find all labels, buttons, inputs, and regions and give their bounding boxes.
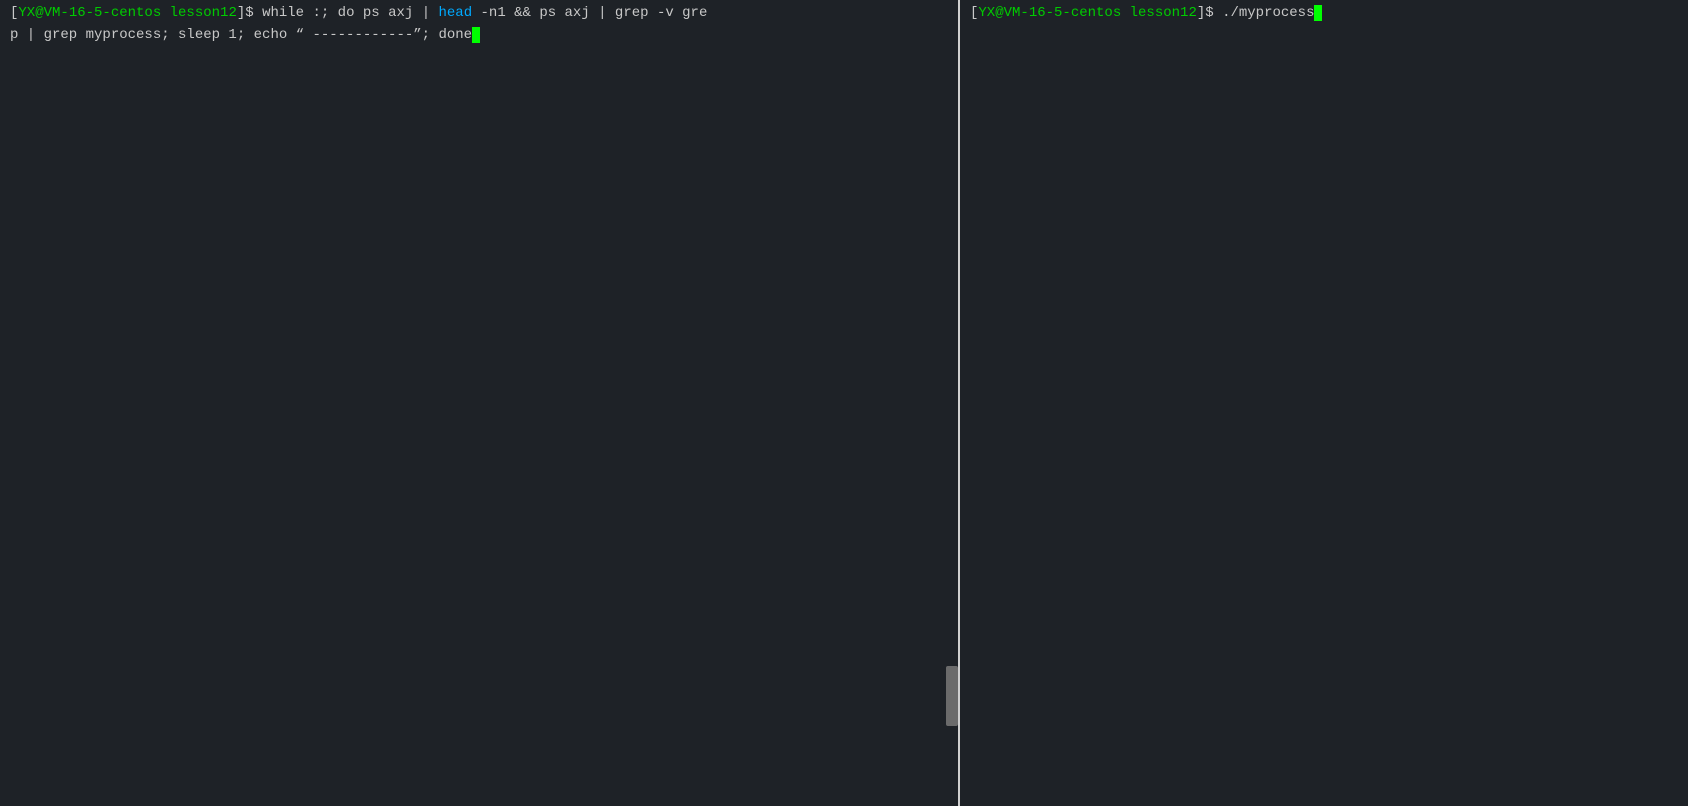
left-command-1: while :; do ps axj | — [262, 5, 438, 21]
head-keyword: head — [439, 5, 473, 21]
left-prompt-bracket-close: ]$ — [237, 5, 262, 21]
left-line-2: p | grep myprocess; sleep 1; echo “ ----… — [4, 24, 954, 46]
right-cursor — [1314, 5, 1322, 21]
terminal-container: [YX@VM-16-5-centos lesson12]$ while :; d… — [0, 0, 1688, 806]
right-pane-content: [YX@VM-16-5-centos lesson12]$ ./myproces… — [960, 0, 1688, 26]
right-command-1: ./myprocess — [1222, 5, 1314, 21]
right-line-1: [YX@VM-16-5-centos lesson12]$ ./myproces… — [964, 2, 1684, 24]
left-command-1b: -n1 && ps axj | grep -v gre — [472, 5, 707, 21]
left-pane-content: [YX@VM-16-5-centos lesson12]$ while :; d… — [0, 0, 958, 49]
right-prompt-bracket-close: ]$ — [1197, 5, 1222, 21]
terminal-pane-right[interactable]: [YX@VM-16-5-centos lesson12]$ ./myproces… — [960, 0, 1688, 806]
left-prompt-user: YX@VM-16-5-centos lesson12 — [18, 5, 236, 21]
scrollbar-thumb[interactable] — [946, 666, 958, 726]
terminal-pane-left[interactable]: [YX@VM-16-5-centos lesson12]$ while :; d… — [0, 0, 960, 806]
left-command-2: p | grep myprocess; sleep 1; echo “ ----… — [10, 27, 472, 43]
right-prompt-user: YX@VM-16-5-centos lesson12 — [978, 5, 1196, 21]
left-cursor — [472, 27, 480, 43]
left-line-1: [YX@VM-16-5-centos lesson12]$ while :; d… — [4, 2, 954, 24]
